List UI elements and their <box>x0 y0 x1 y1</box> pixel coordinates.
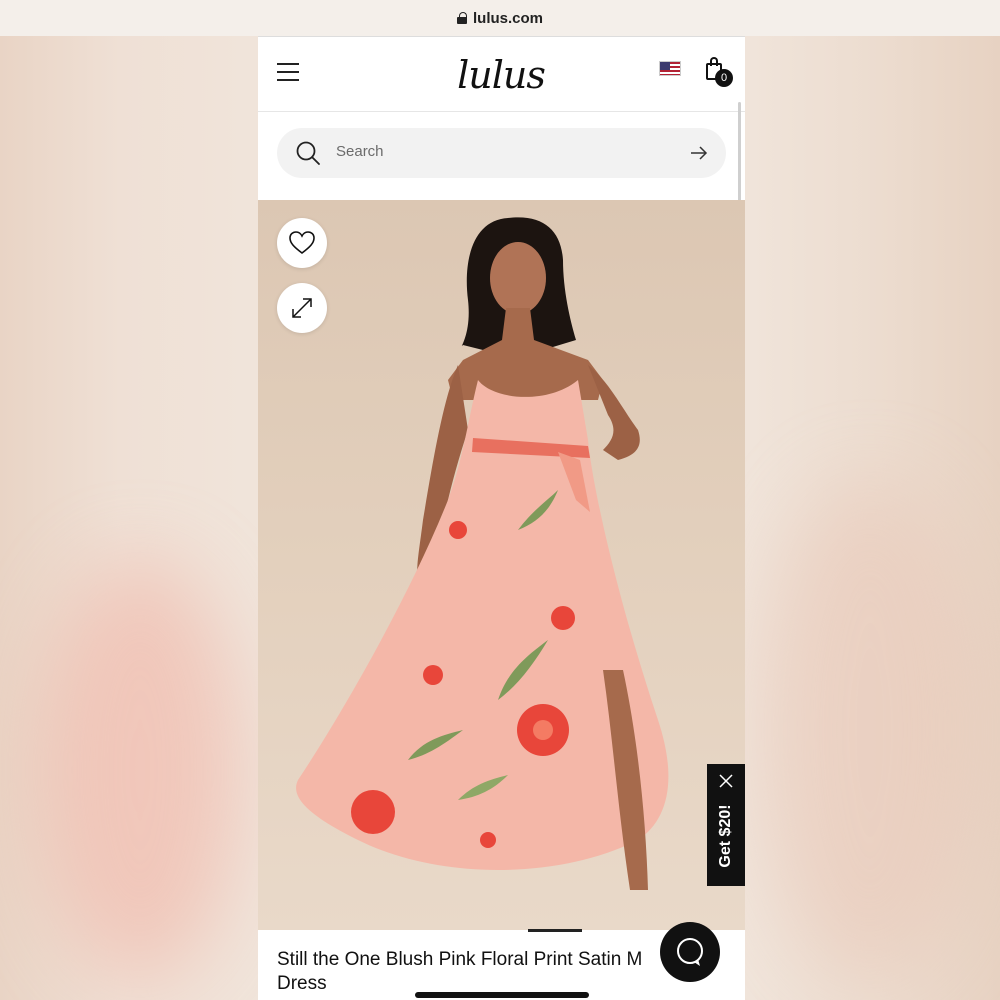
site-header: lulus 0 <box>258 36 745 112</box>
cart-count-badge: 0 <box>715 69 733 87</box>
promo-tab[interactable]: Get $20! <box>707 764 745 886</box>
lulus-logo[interactable]: lulus <box>451 53 551 97</box>
favorite-button[interactable] <box>277 218 327 268</box>
backdrop-blur-right <box>760 480 980 980</box>
close-icon[interactable] <box>719 774 733 788</box>
url-display[interactable]: lulus.com <box>456 9 543 27</box>
search-placeholder: Search <box>336 143 384 160</box>
mobile-page: lulus 0 Search Get $20! Still the One Bl… <box>258 36 745 1000</box>
search-input[interactable]: Search <box>277 128 726 178</box>
url-text: lulus.com <box>472 9 543 27</box>
heart-icon <box>289 231 315 255</box>
cart-button[interactable]: 0 <box>705 57 735 87</box>
lock-icon <box>456 12 467 24</box>
chat-button[interactable] <box>660 922 720 982</box>
menu-icon[interactable] <box>277 63 300 81</box>
backdrop-blur-left <box>40 560 240 980</box>
home-indicator[interactable] <box>415 992 589 998</box>
product-title: Still the One Blush Pink Floral Print Sa… <box>277 949 643 994</box>
product-image[interactable]: Get $20! <box>258 200 745 930</box>
model-illustration <box>296 217 669 890</box>
search-icon <box>296 141 320 165</box>
us-flag-icon[interactable] <box>659 61 681 76</box>
browser-address-bar[interactable]: lulus.com <box>0 0 1000 36</box>
image-carousel-indicator[interactable] <box>528 929 582 932</box>
arrow-right-icon[interactable] <box>690 145 708 161</box>
promo-label: Get $20! <box>717 804 734 868</box>
expand-icon <box>292 298 312 318</box>
chat-icon <box>677 938 703 966</box>
expand-image-button[interactable] <box>277 283 327 333</box>
